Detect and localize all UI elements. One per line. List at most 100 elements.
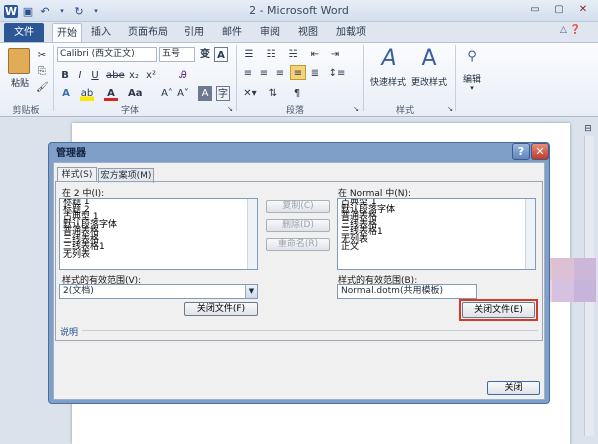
close-icon[interactable]: ✕ [572,2,594,18]
change-styles-button[interactable]: 更改样式 [408,75,450,88]
align-center-icon[interactable]: ≡ [257,66,271,81]
strikethrough-icon[interactable]: abe [106,68,125,83]
editing-dropdown-icon[interactable]: ▾ [466,84,478,92]
ruler-toggle-icon[interactable]: ⊟ [582,122,594,137]
justify-icon[interactable]: ≡ [290,65,306,80]
left-close-file-button[interactable]: 关闭文件(F) [184,302,258,316]
separator [53,45,54,111]
styles-dialog-launcher-icon[interactable]: ↘ [446,102,454,117]
change-case-icon[interactable]: Aa [128,86,143,101]
align-right-icon[interactable]: ≡ [273,66,287,81]
tab-view[interactable]: 视图 [294,23,322,42]
rename-button[interactable]: 重命名(R) [266,238,330,251]
watermark-tile [574,280,596,302]
highlight-box [459,299,538,321]
clear-formatting-icon[interactable]: Ꭿ [176,68,190,83]
watermark-tile [574,258,596,280]
tab-mailings[interactable]: 邮件 [218,23,246,42]
right-range-combo[interactable]: Normal.dotm(共用模板) [337,284,477,299]
minimize-icon[interactable]: ▭ [524,2,546,18]
character-border-icon[interactable]: A [214,47,228,62]
font-name-box[interactable]: Calibri (西文正文) [57,47,157,62]
help-icon[interactable]: ❓ [570,25,581,35]
maximize-icon[interactable]: ▢ [548,2,570,18]
multilevel-list-icon[interactable]: ☵ [285,47,301,62]
styles-group-label: 样式 [395,106,414,116]
line-spacing-icon[interactable]: ↕≡ [328,66,346,81]
sort-icon[interactable]: ⇅ [264,86,282,101]
tab-references[interactable]: 引用 [180,23,208,42]
increase-indent-icon[interactable]: ⇥ [327,47,343,62]
underline-icon[interactable]: U [89,68,101,83]
tab-file[interactable]: 文件 [4,23,44,42]
description-label: 说明 [60,328,79,338]
window-title: 2 - Microsoft Word [249,4,349,17]
tab-add-ins[interactable]: 加载项 [332,23,370,42]
separator [455,45,456,111]
tab-insert[interactable]: 插入 [86,23,116,42]
clipboard-group-label: 剪贴板 [12,106,40,116]
text-effects-icon[interactable]: A [59,86,73,101]
bold-icon[interactable]: B [59,68,71,83]
change-styles-icon[interactable]: A [414,47,444,71]
font-size-box[interactable]: 五号 [159,47,195,62]
phonetic-guide-icon[interactable]: 变 [198,47,212,62]
decrease-indent-icon[interactable]: ⇤ [307,47,323,62]
bullets-icon[interactable]: ☰ [241,47,257,62]
list-item[interactable]: 正文 [338,243,535,252]
subscript-icon[interactable]: x₂ [127,68,141,83]
list-item[interactable]: 无列表 [60,250,257,260]
right-list-scrollbar[interactable] [525,199,535,269]
character-shading-icon[interactable]: A [198,86,212,101]
left-range-combo[interactable]: 2(文档) [59,284,258,299]
numbering-icon[interactable]: ☷ [263,47,279,62]
dialog-close-button[interactable]: 关闭 [487,381,540,395]
ribbon-help-icons: △ ❓ [560,25,581,35]
shrink-font-icon[interactable]: A˅ [176,86,190,101]
chinese-layout-icon[interactable]: ✕▾ [241,86,259,101]
left-list-scrollbar[interactable] [247,199,257,269]
watermark-tile [552,258,574,280]
find-binoculars-icon[interactable]: ⚲ [462,49,482,69]
distributed-icon[interactable]: ≣ [308,66,322,81]
cut-icon[interactable]: ✂ [36,48,48,63]
enclose-characters-icon[interactable]: 字 [216,86,230,101]
show-marks-icon[interactable]: ¶ [290,86,304,101]
dialog-title: 管理器 [56,148,86,159]
tab-review[interactable]: 审阅 [256,23,284,42]
tab-page-layout[interactable]: 页面布局 [124,23,172,42]
tab-home[interactable]: 开始 [52,23,82,42]
align-left-icon[interactable]: ≡ [241,66,255,81]
chevron-down-icon[interactable]: ▼ [245,285,257,298]
format-painter-icon[interactable]: 🖌 [36,80,49,95]
separator [363,45,364,111]
quick-styles-button[interactable]: 快速样式 [368,75,408,88]
grow-font-icon[interactable]: A˄ [160,86,174,101]
italic-icon[interactable]: I [74,68,86,83]
copy-icon[interactable]: ⎘ [36,64,48,79]
superscript-icon[interactable]: x² [144,68,158,83]
left-styles-list[interactable]: 标题 1 标题 2 古典型 1 默认段落字体 普通表格 三线表格 三线表格1 无… [59,198,258,270]
font-color-icon[interactable]: A [104,86,118,101]
watermark-tile [552,280,574,302]
delete-button[interactable]: 删除(D) [266,219,330,232]
font-group-label: 字体 [120,106,139,116]
copy-button[interactable]: 复制(C) [266,200,330,213]
highlight-icon[interactable]: ab [80,86,94,101]
paragraph-group-label: 段落 [285,106,304,116]
right-styles-list[interactable]: 古典型 1 默认段落字体 普通表格 三线表格 三线表格1 无列表 正文 [337,198,536,270]
tab-styles[interactable]: 样式(S) [57,167,97,182]
dialog-close-icon[interactable]: ✕ [531,143,549,160]
list-item[interactable]: 无列表 [338,235,535,245]
paste-icon[interactable] [8,48,30,74]
separator [236,45,237,111]
paste-button[interactable]: 粘贴 [6,76,34,89]
dialog-help-button[interactable]: ? [512,143,530,160]
description-divider [82,330,538,331]
font-dialog-launcher-icon[interactable]: ↘ [226,102,234,117]
window-controls: ▭ ▢ ✕ [524,2,594,18]
quick-styles-icon[interactable]: A [374,47,404,71]
word-window: W ▣ ↶ ▾ ↻ ▾ 2 - Microsoft Word ▭ ▢ ✕ 文件 … [0,0,598,444]
collapse-ribbon-icon[interactable]: △ [560,25,567,35]
paragraph-dialog-launcher-icon[interactable]: ↘ [352,102,360,117]
